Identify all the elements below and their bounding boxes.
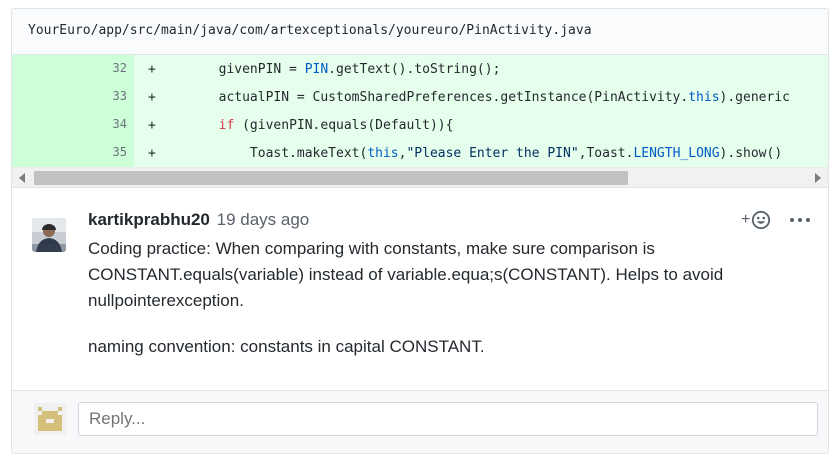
- avatar-photo: [32, 218, 66, 252]
- comment-paragraph: naming convention: constants in capital …: [88, 337, 485, 356]
- code-text: if (givenPIN.equals(Default)){: [156, 117, 454, 133]
- code-token: this: [367, 145, 399, 161]
- code-token: PIN: [304, 61, 329, 77]
- reply-input[interactable]: [78, 402, 818, 436]
- addition-marker: +: [148, 89, 156, 105]
- code-token: this: [688, 89, 720, 105]
- diff-line: 34 + if (givenPIN.equals(Default)){: [12, 111, 828, 139]
- line-number[interactable]: 33: [12, 83, 134, 111]
- add-reaction-button[interactable]: +: [741, 210, 771, 230]
- code-token: ,Toast.: [578, 145, 634, 161]
- addition-marker: +: [148, 145, 156, 161]
- review-comment-card: YourEuro/app/src/main/java/com/artexcept…: [11, 8, 829, 454]
- comment-timestamp[interactable]: 19 days ago: [217, 210, 310, 229]
- comment: kartikprabhu20 19 days ago + Coding prac…: [12, 187, 828, 392]
- diff-code-block: 32 + givenPIN = PIN.getText().toString();…: [12, 55, 828, 167]
- file-path[interactable]: YourEuro/app/src/main/java/com/artexcept…: [28, 23, 592, 38]
- current-user-avatar[interactable]: [34, 403, 66, 435]
- identicon-icon: [34, 403, 66, 435]
- line-content: + if (givenPIN.equals(Default)){: [134, 111, 828, 139]
- line-number[interactable]: 35: [12, 139, 134, 167]
- line-content: + givenPIN = PIN.getText().toString();: [134, 55, 828, 83]
- code-token: .getText().toString();: [328, 61, 501, 77]
- line-content: + actualPIN = CustomSharedPreferences.ge…: [134, 83, 828, 111]
- code-text: actualPIN = CustomSharedPreferences.getI…: [156, 90, 790, 105]
- code-text: Toast.makeText(this,"Please Enter the PI…: [156, 146, 782, 161]
- file-path-header: YourEuro/app/src/main/java/com/artexcept…: [12, 9, 828, 55]
- comment-author[interactable]: kartikprabhu20: [88, 210, 210, 229]
- code-token: actualPIN = CustomSharedPreferences.getI…: [156, 89, 689, 105]
- code-token: LENGTH_LONG: [633, 145, 720, 161]
- comment-body: Coding practice: When comparing with con…: [88, 236, 788, 360]
- code-token: "Please Enter the PIN": [406, 145, 579, 161]
- code-token: (givenPIN.equals(Default)){: [234, 117, 454, 133]
- comment-header: kartikprabhu20 19 days ago: [88, 210, 309, 230]
- avatar[interactable]: [32, 218, 66, 252]
- addition-marker: +: [148, 61, 156, 77]
- scroll-left-icon[interactable]: [19, 173, 25, 183]
- scroll-right-icon[interactable]: [815, 173, 821, 183]
- kebab-dot: [806, 218, 810, 222]
- diff-line: 33 + actualPIN = CustomSharedPreferences.…: [12, 83, 828, 111]
- code-token: Toast.makeText(: [156, 145, 368, 161]
- addition-marker: +: [148, 117, 156, 133]
- code-token: givenPIN =: [156, 61, 305, 77]
- diff-line: 35 + Toast.makeText(this,"Please Enter th…: [12, 139, 828, 167]
- code-token: ).generic: [719, 89, 790, 105]
- kebab-dot: [790, 218, 794, 222]
- reply-area: [12, 390, 828, 453]
- reaction-plus-label: +: [741, 211, 751, 228]
- line-content: + Toast.makeText(this,"Please Enter the …: [134, 139, 828, 167]
- diff-line: 32 + givenPIN = PIN.getText().toString();: [12, 55, 828, 83]
- code-token: ).show(): [719, 145, 783, 161]
- smiley-icon: [752, 210, 771, 230]
- code-token: if: [218, 117, 235, 133]
- code-text: givenPIN = PIN.getText().toString();: [156, 61, 501, 77]
- comment-options-button[interactable]: [790, 210, 810, 230]
- line-number[interactable]: 34: [12, 111, 134, 139]
- scrollbar-thumb[interactable]: [34, 171, 628, 185]
- horizontal-scrollbar[interactable]: [12, 167, 828, 187]
- kebab-dot: [798, 218, 802, 222]
- line-number[interactable]: 32: [12, 55, 134, 83]
- comment-paragraph: Coding practice: When comparing with con…: [88, 239, 724, 310]
